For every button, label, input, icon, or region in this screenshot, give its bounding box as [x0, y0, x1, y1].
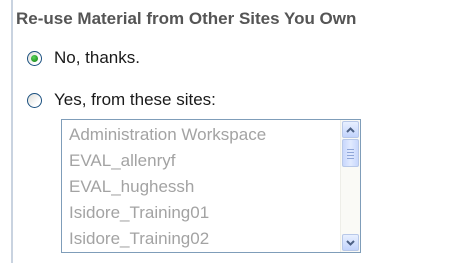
option-yes-from-sites[interactable]: Yes, from these sites: — [27, 90, 216, 110]
site-item-isidore-training02[interactable]: Isidore_Training02 — [62, 226, 341, 252]
site-item-eval-allenryf[interactable]: EVAL_allenryf — [62, 148, 341, 174]
sites-listbox[interactable]: Administration Workspace EVAL_allenryf E… — [61, 119, 361, 253]
site-item-eval-hughessh[interactable]: EVAL_hughessh — [62, 174, 341, 200]
sites-list-scrollbar[interactable] — [340, 120, 360, 252]
chevron-down-icon — [346, 239, 355, 246]
site-item-administration-workspace[interactable]: Administration Workspace — [62, 122, 341, 148]
scroll-thumb[interactable] — [342, 139, 359, 167]
thumb-grip-line — [347, 155, 354, 156]
thumb-grip-line — [347, 158, 354, 159]
section-heading: Re-use Material from Other Sites You Own — [16, 9, 357, 28]
radio-no-thanks[interactable] — [27, 50, 42, 66]
radio-selected-dot — [31, 54, 38, 62]
thumb-grip-line — [347, 152, 354, 153]
chevron-up-icon — [346, 126, 355, 133]
scroll-up-button[interactable] — [342, 121, 359, 138]
scroll-down-button[interactable] — [342, 234, 359, 251]
thumb-grip-line — [347, 149, 354, 150]
panel-left-border — [11, 0, 13, 263]
option-no-thanks-label[interactable]: No, thanks. — [54, 48, 140, 68]
option-yes-from-sites-label[interactable]: Yes, from these sites: — [54, 90, 216, 110]
reuse-material-panel: Re-use Material from Other Sites You Own… — [0, 0, 455, 263]
sites-list-items: Administration Workspace EVAL_allenryf E… — [62, 120, 341, 252]
radio-yes-from-sites[interactable] — [27, 92, 42, 108]
option-no-thanks[interactable]: No, thanks. — [27, 48, 140, 68]
site-item-isidore-training01[interactable]: Isidore_Training01 — [62, 200, 341, 226]
